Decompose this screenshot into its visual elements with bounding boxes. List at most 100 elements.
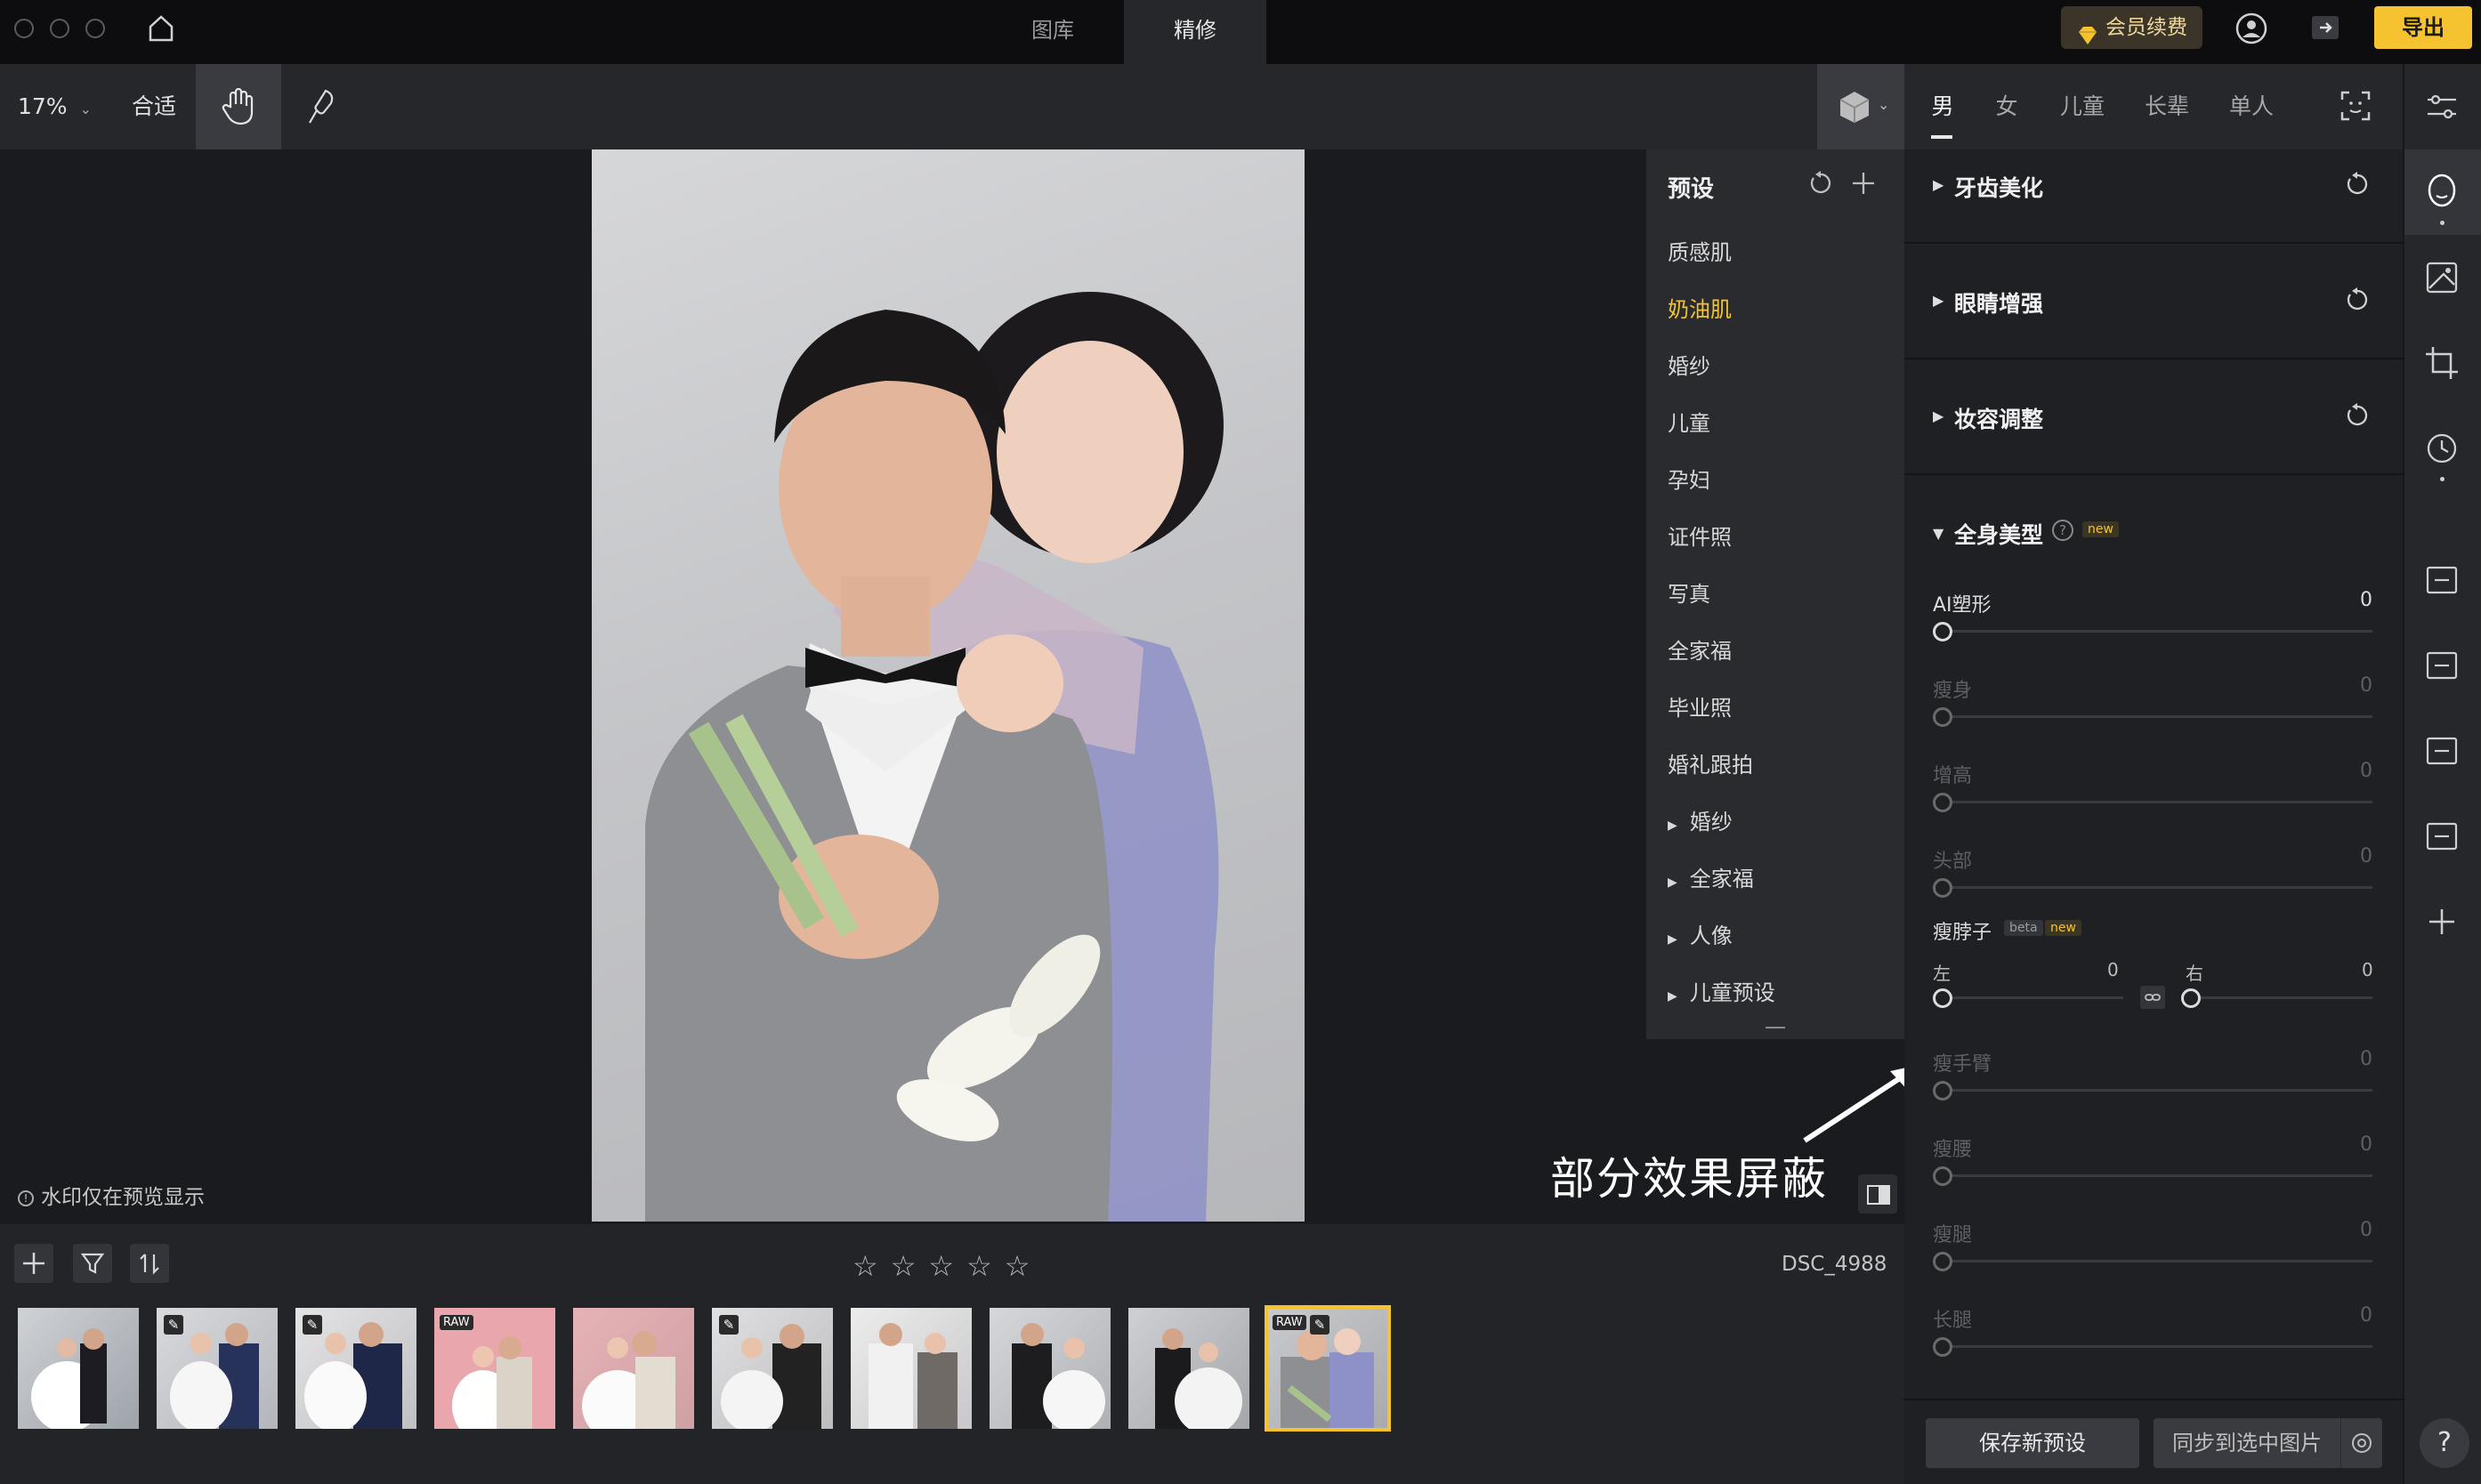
preset-group[interactable]: ▶ 婚纱 bbox=[1668, 804, 1733, 835]
slider-track[interactable] bbox=[1940, 886, 2372, 889]
compare-toggle-button[interactable] bbox=[1858, 1174, 1897, 1214]
slider-track[interactable] bbox=[1940, 996, 2123, 999]
photo-preview[interactable] bbox=[592, 149, 1305, 1222]
tab-children[interactable]: 儿童 bbox=[2056, 64, 2109, 149]
preset-group[interactable]: ▶ 全家福 bbox=[1668, 861, 1754, 892]
help-circle-icon[interactable]: ? bbox=[2052, 520, 2073, 541]
star-icon[interactable]: ☆ bbox=[891, 1249, 929, 1283]
star-rating[interactable]: ☆☆☆☆☆ bbox=[853, 1249, 1093, 1283]
section-makeup-title[interactable]: 妆容调整 bbox=[1954, 402, 2043, 434]
template-icon[interactable] bbox=[2422, 561, 2461, 600]
slider-track[interactable] bbox=[1940, 1174, 2372, 1177]
image-adjust-icon[interactable] bbox=[2422, 258, 2461, 297]
slider-track[interactable] bbox=[1940, 715, 2372, 718]
caret-right-icon[interactable]: ▶ bbox=[1933, 292, 1944, 309]
reset-icon[interactable] bbox=[2344, 402, 2371, 429]
template-icon[interactable] bbox=[2422, 731, 2461, 770]
sync-settings-button[interactable] bbox=[2340, 1418, 2382, 1468]
preset-item-selected[interactable]: 奶油肌 bbox=[1668, 292, 1732, 323]
window-minimize-button[interactable] bbox=[50, 19, 69, 38]
slider-handle[interactable] bbox=[1933, 1166, 1952, 1186]
thumbnail[interactable]: ✎ bbox=[295, 1308, 416, 1429]
fit-button[interactable]: 合适 bbox=[132, 64, 176, 149]
preset-item[interactable]: 儿童 bbox=[1668, 406, 1710, 437]
add-photo-button[interactable] bbox=[14, 1244, 53, 1283]
slider-track[interactable] bbox=[1940, 801, 2372, 803]
thumbnail[interactable]: ✎ bbox=[157, 1308, 278, 1429]
brush-tool-icon[interactable] bbox=[306, 87, 338, 130]
slider-handle[interactable] bbox=[1933, 878, 1952, 898]
tab-elders[interactable]: 长辈 bbox=[2140, 64, 2194, 149]
slider-track[interactable] bbox=[1940, 630, 2372, 633]
help-button[interactable]: ? bbox=[2420, 1418, 2469, 1468]
face-retouch-icon[interactable] bbox=[2422, 171, 2461, 210]
window-zoom-button[interactable] bbox=[85, 19, 105, 38]
thumbnail-selected[interactable]: RAW ✎ bbox=[1265, 1305, 1391, 1432]
account-icon[interactable] bbox=[2235, 12, 2267, 44]
slider-handle[interactable] bbox=[1933, 988, 1952, 1008]
star-icon[interactable]: ☆ bbox=[853, 1249, 891, 1283]
section-body-title[interactable]: 全身美型 bbox=[1954, 518, 2043, 550]
caret-right-icon[interactable]: ▶ bbox=[1933, 407, 1944, 424]
preset-item[interactable]: 质感肌 bbox=[1668, 235, 1732, 266]
face-detect-icon[interactable] bbox=[2340, 91, 2371, 125]
preset-group[interactable]: ▶ 人像 bbox=[1668, 918, 1733, 949]
thumbnail[interactable] bbox=[851, 1308, 972, 1429]
template-icon[interactable] bbox=[2422, 646, 2461, 685]
slider-track[interactable] bbox=[1940, 1260, 2372, 1262]
home-icon[interactable] bbox=[148, 14, 174, 43]
thumbnail[interactable] bbox=[18, 1308, 139, 1429]
star-icon[interactable]: ☆ bbox=[1005, 1249, 1043, 1283]
slider-handle[interactable] bbox=[1933, 1081, 1952, 1101]
sync-to-selected-button[interactable]: 同步到选中图片 bbox=[2154, 1418, 2340, 1468]
thumbnail[interactable] bbox=[573, 1308, 694, 1429]
add-tool-icon[interactable] bbox=[2422, 902, 2461, 941]
preset-item[interactable]: 孕妇 bbox=[1668, 463, 1710, 494]
tab-retouch[interactable]: 精修 bbox=[1124, 0, 1266, 64]
section-eyes-title[interactable]: 眼睛增强 bbox=[1954, 286, 2043, 319]
caret-down-icon[interactable]: ▼ bbox=[1933, 525, 1944, 542]
preset-item[interactable]: 毕业照 bbox=[1668, 690, 1732, 722]
caret-right-icon[interactable]: ▶ bbox=[1933, 176, 1944, 193]
slider-handle[interactable] bbox=[1933, 622, 1952, 641]
hand-tool-button[interactable] bbox=[196, 64, 281, 149]
slider-track[interactable] bbox=[1940, 1089, 2372, 1092]
preset-item[interactable]: 婚礼跟拍 bbox=[1668, 747, 1753, 778]
star-icon[interactable]: ☆ bbox=[928, 1249, 966, 1283]
export-button[interactable]: 导出 bbox=[2374, 6, 2472, 49]
window-close-button[interactable] bbox=[14, 19, 34, 38]
preset-item[interactable]: 证件照 bbox=[1668, 520, 1732, 551]
tab-female[interactable]: 女 bbox=[1993, 64, 2020, 149]
star-icon[interactable]: ☆ bbox=[966, 1249, 1005, 1283]
thumbnail[interactable] bbox=[990, 1308, 1111, 1429]
preset-group[interactable]: ▶ 儿童预设 bbox=[1668, 975, 1775, 1006]
preset-item[interactable]: 全家福 bbox=[1668, 633, 1732, 665]
section-teeth-title[interactable]: 牙齿美化 bbox=[1954, 171, 2043, 203]
history-icon[interactable] bbox=[2422, 429, 2461, 468]
slider-handle[interactable] bbox=[1933, 1337, 1952, 1357]
scroll-handle[interactable] bbox=[1766, 1027, 1785, 1028]
reset-icon[interactable] bbox=[2344, 286, 2371, 313]
sort-button[interactable] bbox=[130, 1244, 169, 1283]
slider-track[interactable] bbox=[2189, 996, 2372, 999]
reset-icon[interactable] bbox=[1808, 171, 1833, 199]
slider-handle[interactable] bbox=[1933, 1252, 1952, 1271]
thumbnail[interactable]: RAW bbox=[434, 1308, 555, 1429]
preset-item[interactable]: 写真 bbox=[1668, 577, 1710, 608]
thumbnail[interactable] bbox=[1128, 1308, 1249, 1429]
slider-handle[interactable] bbox=[2181, 988, 2201, 1008]
crop-icon[interactable] bbox=[2422, 343, 2461, 383]
tab-single[interactable]: 单人 bbox=[2225, 64, 2278, 149]
slider-handle[interactable] bbox=[1933, 793, 1952, 812]
tab-library[interactable]: 图库 bbox=[982, 0, 1124, 64]
add-preset-icon[interactable] bbox=[1851, 171, 1876, 199]
thumbnail[interactable]: ✎ bbox=[712, 1308, 833, 1429]
reset-icon[interactable] bbox=[2344, 171, 2371, 198]
save-preset-button[interactable]: 保存新预设 bbox=[1926, 1418, 2139, 1468]
model-select-button[interactable]: ⌄ bbox=[1817, 64, 1904, 149]
preset-item[interactable]: 婚纱 bbox=[1668, 349, 1710, 380]
share-icon[interactable] bbox=[2310, 13, 2340, 42]
adjust-sliders-icon[interactable] bbox=[2422, 87, 2461, 126]
vip-renew-button[interactable]: 会员续费 bbox=[2061, 6, 2202, 49]
zoom-dropdown[interactable]: 17% ⌄ bbox=[18, 64, 92, 149]
